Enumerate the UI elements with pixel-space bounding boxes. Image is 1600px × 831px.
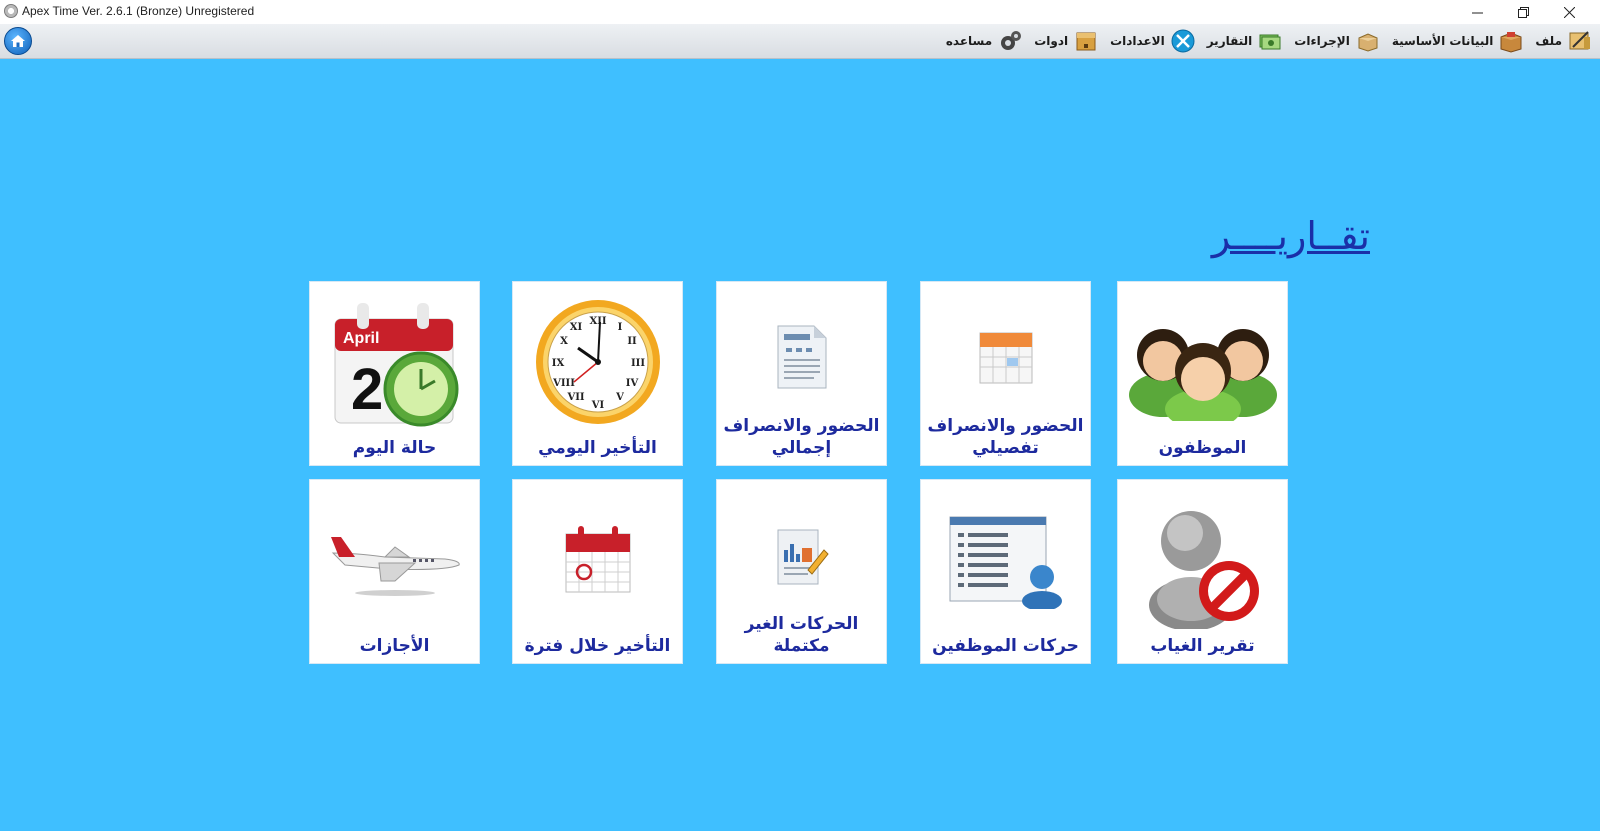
- tile-attendance-summary-label: الحضور والانصراف: [723, 416, 880, 436]
- tile-employee-movements[interactable]: حركات الموظفين: [920, 479, 1091, 664]
- menu-procedures-label: الإجراءات: [1294, 34, 1350, 48]
- tile-incomplete-movements-label: الحركات الغير مكتملة: [744, 614, 859, 656]
- tile-attendance-detailed[interactable]: الحضور والانصراف تفصيلي: [920, 281, 1091, 466]
- calendar-month: April: [343, 330, 379, 347]
- tile-attendance-summary[interactable]: الحضور والانصراف إجمالي: [716, 281, 887, 466]
- menu-bar: ملف البيانات الأساسية الإجراءات التقارير…: [0, 24, 1600, 59]
- absence-icon: [1148, 511, 1259, 629]
- svg-text:IX: IX: [551, 358, 564, 369]
- svg-text:III: III: [630, 358, 644, 369]
- tile-employees[interactable]: الموظفون: [1117, 281, 1288, 466]
- menu-basic-data[interactable]: البيانات الأساسية: [1390, 24, 1526, 58]
- airplane-icon: [330, 537, 460, 596]
- svg-text:VII: VII: [566, 392, 584, 403]
- tile-employees-label: الموظفون: [1158, 438, 1247, 458]
- tile-attendance-summary-sublabel: إجمالي: [771, 438, 832, 458]
- calendar-period-icon: [565, 526, 630, 593]
- money-icon: [1259, 34, 1281, 50]
- svg-text:XI: XI: [569, 322, 582, 333]
- svg-text:VIII: VIII: [552, 378, 575, 389]
- tile-day-status-label: حالة اليوم: [352, 438, 437, 458]
- tile-employee-movements-label: حركات الموظفين: [932, 636, 1079, 656]
- tile-attendance-detailed-sublabel: تفصيلي: [972, 438, 1039, 458]
- svg-text:X: X: [560, 336, 568, 347]
- close-icon: [1563, 6, 1575, 18]
- window-title: Apex Time Ver. 2.6.1 (Bronze) Unregister…: [22, 4, 255, 18]
- employees-icon: [1128, 329, 1277, 421]
- title-bar: Apex Time Ver. 2.6.1 (Bronze) Unregister…: [0, 0, 1600, 24]
- tile-vacations-label: الأجازات: [359, 636, 430, 656]
- minimize-button[interactable]: [1454, 0, 1500, 24]
- svg-text:II: II: [627, 336, 637, 347]
- svg-text:VI: VI: [590, 400, 604, 411]
- tile-vacations[interactable]: الأجازات: [309, 479, 480, 664]
- minimize-icon: [1471, 12, 1483, 13]
- tile-incomplete-movements[interactable]: الحركات الغير مكتملة: [716, 479, 887, 664]
- svg-text:V: V: [615, 392, 624, 403]
- restore-button[interactable]: [1500, 0, 1546, 24]
- employee-movements-icon: [949, 516, 1062, 609]
- menu-reports[interactable]: التقارير: [1205, 24, 1285, 58]
- day-status-icon: April 2: [334, 303, 458, 427]
- menu-procedures[interactable]: الإجراءات: [1292, 24, 1382, 58]
- procedures-icon: [1358, 33, 1378, 52]
- menu-items: ملف البيانات الأساسية الإجراءات التقارير…: [944, 24, 1594, 58]
- menu-tools[interactable]: ادوات: [1032, 24, 1100, 58]
- clock-icon: XIIIIIVIIX IIIIVV VIIVIIIXXI: [535, 300, 660, 424]
- menu-help[interactable]: مساعده: [944, 24, 1024, 58]
- reports-heading: تقــاريــــر: [1211, 214, 1370, 258]
- tile-period-delay[interactable]: التأخير خلال فترة: [512, 479, 683, 664]
- calendar-day: 2: [351, 357, 383, 422]
- menu-settings-label: الاعدادات: [1110, 34, 1165, 48]
- svg-text:XII: XII: [589, 316, 606, 327]
- menu-file-label: ملف: [1535, 34, 1562, 48]
- tile-absence-report[interactable]: تقرير الغياب: [1117, 479, 1288, 664]
- gears-icon: [1001, 31, 1022, 50]
- box-icon: [1500, 32, 1522, 53]
- tile-day-status[interactable]: April 2 حالة اليوم: [309, 281, 480, 466]
- menu-reports-label: التقارير: [1206, 34, 1253, 48]
- tile-daily-delay[interactable]: XII III VI IX I II IV V VII VIII X XI التأخير الي…: [512, 281, 683, 466]
- menu-file[interactable]: ملف: [1533, 24, 1594, 58]
- svg-text:I: I: [617, 322, 622, 333]
- tile-daily-delay-label: التأخير اليومي: [538, 438, 657, 458]
- home-icon: [11, 35, 25, 47]
- document-icon: [777, 325, 826, 389]
- close-button[interactable]: [1546, 0, 1592, 24]
- home-button[interactable]: [4, 27, 32, 55]
- app-icon: [4, 4, 18, 18]
- settings-icon: [1171, 29, 1195, 53]
- tile-absence-report-label: تقرير الغياب: [1150, 636, 1255, 656]
- tile-attendance-detailed-label: الحضور والانصراف: [927, 416, 1084, 436]
- file-icon: [1569, 31, 1590, 50]
- menu-tools-label: ادوات: [1034, 34, 1069, 48]
- svg-text:IV: IV: [625, 378, 638, 389]
- menu-settings[interactable]: الاعدادات: [1108, 24, 1197, 58]
- restore-icon: [1517, 6, 1529, 18]
- tile-period-delay-label: التأخير خلال فترة: [524, 636, 671, 656]
- menu-basic-data-label: البيانات الأساسية: [1391, 34, 1494, 48]
- tools-icon: [1076, 32, 1096, 51]
- calendar-icon: [979, 332, 1032, 384]
- report-chart-icon: [777, 529, 829, 585]
- menu-help-label: مساعده: [945, 34, 993, 48]
